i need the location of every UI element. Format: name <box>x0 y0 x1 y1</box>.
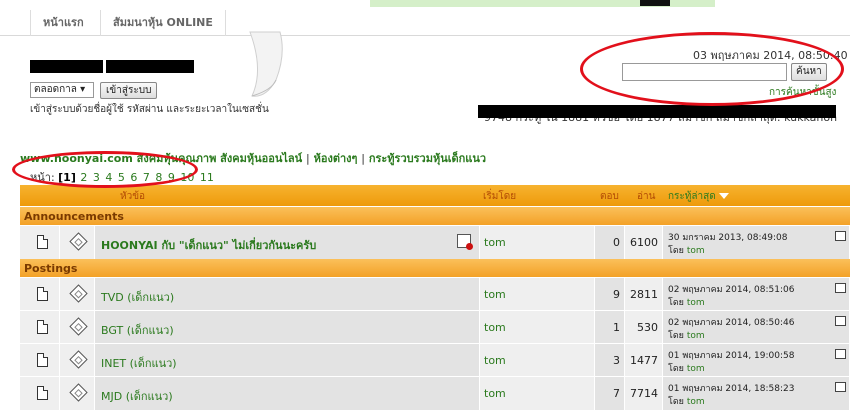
last-post-date: 01 พฤษภาคม 2014, 19:00:58 <box>668 351 795 361</box>
views-count: 7714 <box>630 387 658 400</box>
sort-started-by[interactable]: เริ่มโดย <box>483 189 516 204</box>
topic-type-icon <box>69 350 88 369</box>
topic-table: หัวข้อ เริ่มโดย ตอบ อ่าน กระทู้ล่าสุด An… <box>20 185 850 410</box>
table-row: TVD (เด็กแนว) tom 9 2811 02 พฤษภาคม 2014… <box>20 277 850 311</box>
document-icon <box>37 353 48 367</box>
login-button[interactable]: เข้าสู่ระบบ <box>100 82 158 99</box>
top-strip <box>0 0 850 8</box>
last-post-date: 02 พฤษภาคม 2014, 08:51:06 <box>668 285 795 295</box>
by-label: โดย <box>668 246 684 256</box>
highlight-ellipse-search <box>580 32 844 106</box>
last-post-header-label: กระทู้ล่าสุด <box>668 191 716 202</box>
last-poster-link[interactable]: tom <box>687 246 705 256</box>
by-label: โดย <box>668 364 684 374</box>
replies-count: 7 <box>613 387 620 400</box>
goto-last-post-icon[interactable] <box>835 382 846 392</box>
page-curl-icon <box>249 31 283 97</box>
table-row: BGT (เด็กแนว) tom 1 530 02 พฤษภาคม 2014,… <box>20 310 850 344</box>
topic-type-icon <box>69 317 88 336</box>
last-poster-link[interactable]: tom <box>687 298 705 308</box>
breadcrumb-sep: | <box>361 152 365 165</box>
last-post-by: โดย tom <box>668 361 705 375</box>
document-icon <box>37 320 48 334</box>
last-poster-link[interactable]: tom <box>687 364 705 374</box>
topic-title-link[interactable]: MJD (เด็กแนว) <box>101 387 173 405</box>
replies-count: 3 <box>613 354 620 367</box>
breadcrumb-sep: | <box>306 152 310 165</box>
document-icon <box>37 235 48 249</box>
replies-count: 1 <box>613 321 620 334</box>
topic-type-icon <box>69 284 88 303</box>
views-count: 1477 <box>630 354 658 367</box>
table-row: HOONYAI กับ "เด็กแนว" ไม่เกี่ยวกันนะครับ… <box>20 225 850 259</box>
goto-last-post-icon[interactable] <box>835 283 846 293</box>
views-count: 2811 <box>630 288 658 301</box>
last-post-by: โดย tom <box>668 394 705 408</box>
topic-type-icon <box>69 232 88 251</box>
attachment-icon <box>457 234 473 250</box>
topic-type-icon <box>69 383 88 402</box>
by-label: โดย <box>668 331 684 341</box>
document-icon <box>37 287 48 301</box>
table-row: INET (เด็กแนว) tom 3 1477 01 พฤษภาคม 201… <box>20 343 850 377</box>
tab-home[interactable]: หน้าแรก <box>30 10 96 36</box>
replies-count: 0 <box>613 236 620 249</box>
last-poster-link[interactable]: tom <box>687 397 705 407</box>
sort-topic[interactable]: หัวข้อ <box>120 189 145 204</box>
last-post-date: 30 มกราคม 2013, 08:49:08 <box>668 233 788 243</box>
starter-link[interactable]: tom <box>484 236 506 249</box>
login-note: เข้าสู่ระบบด้วยชื่อผู้ใช้ รหัสผ่าน และระ… <box>30 104 269 115</box>
sort-last-post[interactable]: กระทู้ล่าสุด <box>668 189 729 204</box>
topic-title-link[interactable]: TVD (เด็กแนว) <box>101 288 174 306</box>
table-row: MJD (เด็กแนว) tom 7 7714 01 พฤษภาคม 2014… <box>20 376 850 410</box>
last-post-by: โดย tom <box>668 243 705 257</box>
breadcrumb-rooms[interactable]: ห้องต่างๆ <box>314 152 358 165</box>
sort-replies[interactable]: ตอบ <box>600 189 619 204</box>
topic-title-link[interactable]: INET (เด็กแนว) <box>101 354 177 372</box>
starter-link[interactable]: tom <box>484 321 506 334</box>
last-post-by: โดย tom <box>668 328 705 342</box>
breadcrumb-board[interactable]: กระทู้รวบรวมหุ้นเด็กแนว <box>369 152 486 165</box>
table-header: หัวข้อ เริ่มโดย ตอบ อ่าน กระทู้ล่าสุด <box>20 185 850 206</box>
section-announcements: Announcements <box>20 206 850 225</box>
section-postings: Postings <box>20 258 850 277</box>
sort-views[interactable]: อ่าน <box>637 189 655 204</box>
views-count: 530 <box>637 321 658 334</box>
document-icon <box>37 386 48 400</box>
session-length-select[interactable]: ตลอดกาล ▾ <box>30 82 94 98</box>
topic-title-link[interactable]: HOONYAI กับ "เด็กแนว" ไม่เกี่ยวกันนะครับ <box>101 236 316 254</box>
goto-last-post-icon[interactable] <box>835 316 846 326</box>
page-link[interactable]: 11 <box>200 171 214 184</box>
session-length-value: ตลอดกาล <box>34 84 77 95</box>
starter-link[interactable]: tom <box>484 387 506 400</box>
goto-last-post-icon[interactable] <box>835 231 846 241</box>
tab-online-seminar[interactable]: สัมมนาหุ้น ONLINE <box>100 10 226 36</box>
last-post-date: 01 พฤษภาคม 2014, 18:58:23 <box>668 384 795 394</box>
redaction-bar <box>640 0 670 6</box>
last-post-date: 02 พฤษภาคม 2014, 08:50:46 <box>668 318 795 328</box>
username-field-redacted[interactable] <box>30 60 103 73</box>
by-label: โดย <box>668 397 684 407</box>
starter-link[interactable]: tom <box>484 288 506 301</box>
highlight-ellipse-pagination <box>12 151 198 188</box>
starter-link[interactable]: tom <box>484 354 506 367</box>
sort-desc-icon <box>718 193 729 199</box>
by-label: โดย <box>668 298 684 308</box>
password-field-redacted[interactable] <box>106 60 194 73</box>
replies-count: 9 <box>613 288 620 301</box>
views-count: 6100 <box>630 236 658 249</box>
last-post-by: โดย tom <box>668 295 705 309</box>
goto-last-post-icon[interactable] <box>835 349 846 359</box>
topic-title-link[interactable]: BGT (เด็กแนว) <box>101 321 174 339</box>
last-poster-link[interactable]: tom <box>687 331 705 341</box>
stats-redaction <box>478 105 836 118</box>
